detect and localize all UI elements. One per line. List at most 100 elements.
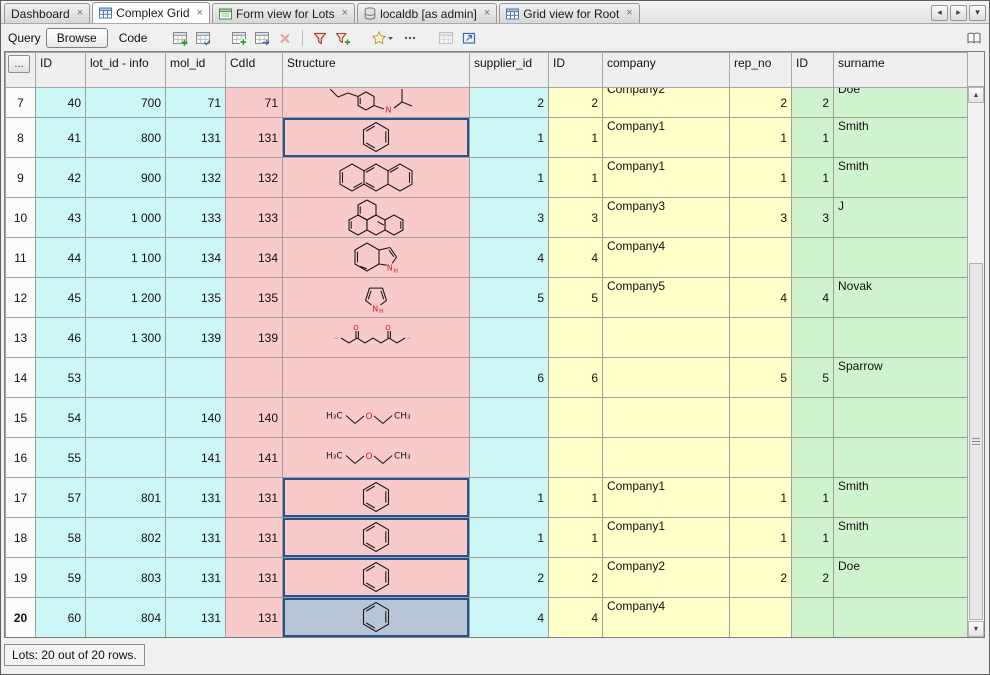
cell-cdid[interactable] xyxy=(226,358,283,398)
cell-mol_id[interactable]: 131 xyxy=(166,118,226,158)
cell-rep_no[interactable] xyxy=(730,318,792,358)
cell-cdid[interactable]: 71 xyxy=(226,88,283,118)
cell-structure[interactable]: H₃COCH₃ xyxy=(283,438,470,478)
cell-surname[interactable] xyxy=(834,318,968,358)
cell-lot_id[interactable]: 1 100 xyxy=(86,238,166,278)
cell-surname[interactable]: Smith xyxy=(834,518,968,558)
cell-structure[interactable] xyxy=(283,598,470,638)
cell-cdid[interactable]: 135 xyxy=(226,278,283,318)
cell-id3[interactable]: 1 xyxy=(792,118,834,158)
cell-cdid[interactable]: 139 xyxy=(226,318,283,358)
row-header[interactable]: 15 xyxy=(6,398,36,438)
cell-structure[interactable]: OO···· xyxy=(283,318,470,358)
cell-id1[interactable]: 58 xyxy=(36,518,86,558)
cell-rep_no[interactable]: 2 xyxy=(730,558,792,598)
cell-id1[interactable]: 44 xyxy=(36,238,86,278)
row-header[interactable]: 17 xyxy=(6,478,36,518)
cell-surname[interactable]: Smith xyxy=(834,158,968,198)
cell-id3[interactable] xyxy=(792,238,834,278)
cell-cdid[interactable]: 132 xyxy=(226,158,283,198)
row-header[interactable]: 16 xyxy=(6,438,36,478)
cell-company[interactable] xyxy=(603,438,730,478)
cell-supplier_id[interactable]: 6 xyxy=(470,358,549,398)
row-header[interactable]: 18 xyxy=(6,518,36,558)
cell-id2[interactable]: 1 xyxy=(549,158,603,198)
cell-supplier_id[interactable] xyxy=(470,398,549,438)
cell-surname[interactable]: Doe xyxy=(834,558,968,598)
cell-lot_id[interactable]: 802 xyxy=(86,518,166,558)
cell-structure[interactable] xyxy=(283,518,470,558)
cell-structure[interactable]: N xyxy=(283,88,470,118)
cell-mol_id[interactable]: 131 xyxy=(166,558,226,598)
cell-supplier_id[interactable]: 1 xyxy=(470,118,549,158)
cell-lot_id[interactable]: 700 xyxy=(86,88,166,118)
cell-company[interactable] xyxy=(603,358,730,398)
cell-lot_id[interactable]: 1 000 xyxy=(86,198,166,238)
cell-mol_id[interactable]: 132 xyxy=(166,158,226,198)
tab-close-icon[interactable]: × xyxy=(77,8,83,19)
fit-to-screen-icon[interactable] xyxy=(459,28,479,48)
browse-button[interactable]: Browse xyxy=(46,28,108,48)
cell-company[interactable]: Company4 xyxy=(603,598,730,638)
cell-company[interactable]: Company1 xyxy=(603,478,730,518)
cell-id2[interactable]: 1 xyxy=(549,478,603,518)
cell-structure[interactable] xyxy=(283,118,470,158)
tab-form-view-for-lots[interactable]: Form view for Lots× xyxy=(212,3,355,23)
cell-surname[interactable] xyxy=(834,238,968,278)
cell-mol_id[interactable]: 71 xyxy=(166,88,226,118)
cell-id1[interactable]: 59 xyxy=(36,558,86,598)
cell-id3[interactable]: 5 xyxy=(792,358,834,398)
tab-dashboard[interactable]: Dashboard× xyxy=(4,3,90,23)
cell-company[interactable]: Company2 xyxy=(603,558,730,598)
cell-id1[interactable]: 41 xyxy=(36,118,86,158)
column-header-cdid[interactable]: CdId xyxy=(226,53,283,88)
cell-lot_id[interactable] xyxy=(86,358,166,398)
cell-id1[interactable]: 43 xyxy=(36,198,86,238)
cell-surname[interactable]: Novak xyxy=(834,278,968,318)
cell-id1[interactable]: 60 xyxy=(36,598,86,638)
cell-rep_no[interactable]: 1 xyxy=(730,158,792,198)
cell-id2[interactable] xyxy=(549,438,603,478)
cell-mol_id[interactable]: 139 xyxy=(166,318,226,358)
tab-list-button[interactable]: ▾ xyxy=(969,5,986,21)
cell-id2[interactable]: 1 xyxy=(549,518,603,558)
cell-surname[interactable] xyxy=(834,598,968,638)
cell-id2[interactable]: 5 xyxy=(549,278,603,318)
cell-id3[interactable] xyxy=(792,318,834,358)
cell-company[interactable]: Company1 xyxy=(603,118,730,158)
cell-id2[interactable]: 3 xyxy=(549,198,603,238)
favorites-icon[interactable] xyxy=(369,28,397,48)
cell-surname[interactable]: Smith xyxy=(834,118,968,158)
grid-compact-icon[interactable] xyxy=(436,28,456,48)
cell-mol_id[interactable]: 133 xyxy=(166,198,226,238)
cell-mol_id[interactable]: 141 xyxy=(166,438,226,478)
cell-supplier_id[interactable]: 1 xyxy=(470,518,549,558)
column-header-lot_id[interactable]: lot_id - info xyxy=(86,53,166,88)
more-options-icon[interactable] xyxy=(400,28,420,48)
cell-lot_id[interactable]: 900 xyxy=(86,158,166,198)
cell-structure[interactable] xyxy=(283,358,470,398)
row-header[interactable]: 9 xyxy=(6,158,36,198)
tab-close-icon[interactable]: × xyxy=(197,8,203,19)
row-header[interactable]: 20 xyxy=(6,598,36,638)
row-header[interactable]: 8 xyxy=(6,118,36,158)
cell-id2[interactable] xyxy=(549,318,603,358)
cell-id2[interactable] xyxy=(549,398,603,438)
cell-id3[interactable]: 4 xyxy=(792,278,834,318)
cell-cdid[interactable]: 141 xyxy=(226,438,283,478)
cell-structure[interactable] xyxy=(283,478,470,518)
cell-company[interactable]: Company1 xyxy=(603,158,730,198)
cell-lot_id[interactable]: 1 200 xyxy=(86,278,166,318)
cell-lot_id[interactable] xyxy=(86,438,166,478)
cell-id1[interactable]: 57 xyxy=(36,478,86,518)
column-header-rep_no[interactable]: rep_no xyxy=(730,53,792,88)
cell-lot_id[interactable]: 801 xyxy=(86,478,166,518)
cell-id3[interactable]: 2 xyxy=(792,88,834,118)
cell-cdid[interactable]: 131 xyxy=(226,478,283,518)
cell-lot_id[interactable] xyxy=(86,398,166,438)
cell-id2[interactable]: 6 xyxy=(549,358,603,398)
cell-structure[interactable]: H₃COCH₃ xyxy=(283,398,470,438)
cell-mol_id[interactable]: 131 xyxy=(166,598,226,638)
cell-mol_id[interactable]: 131 xyxy=(166,478,226,518)
cell-rep_no[interactable]: 1 xyxy=(730,118,792,158)
